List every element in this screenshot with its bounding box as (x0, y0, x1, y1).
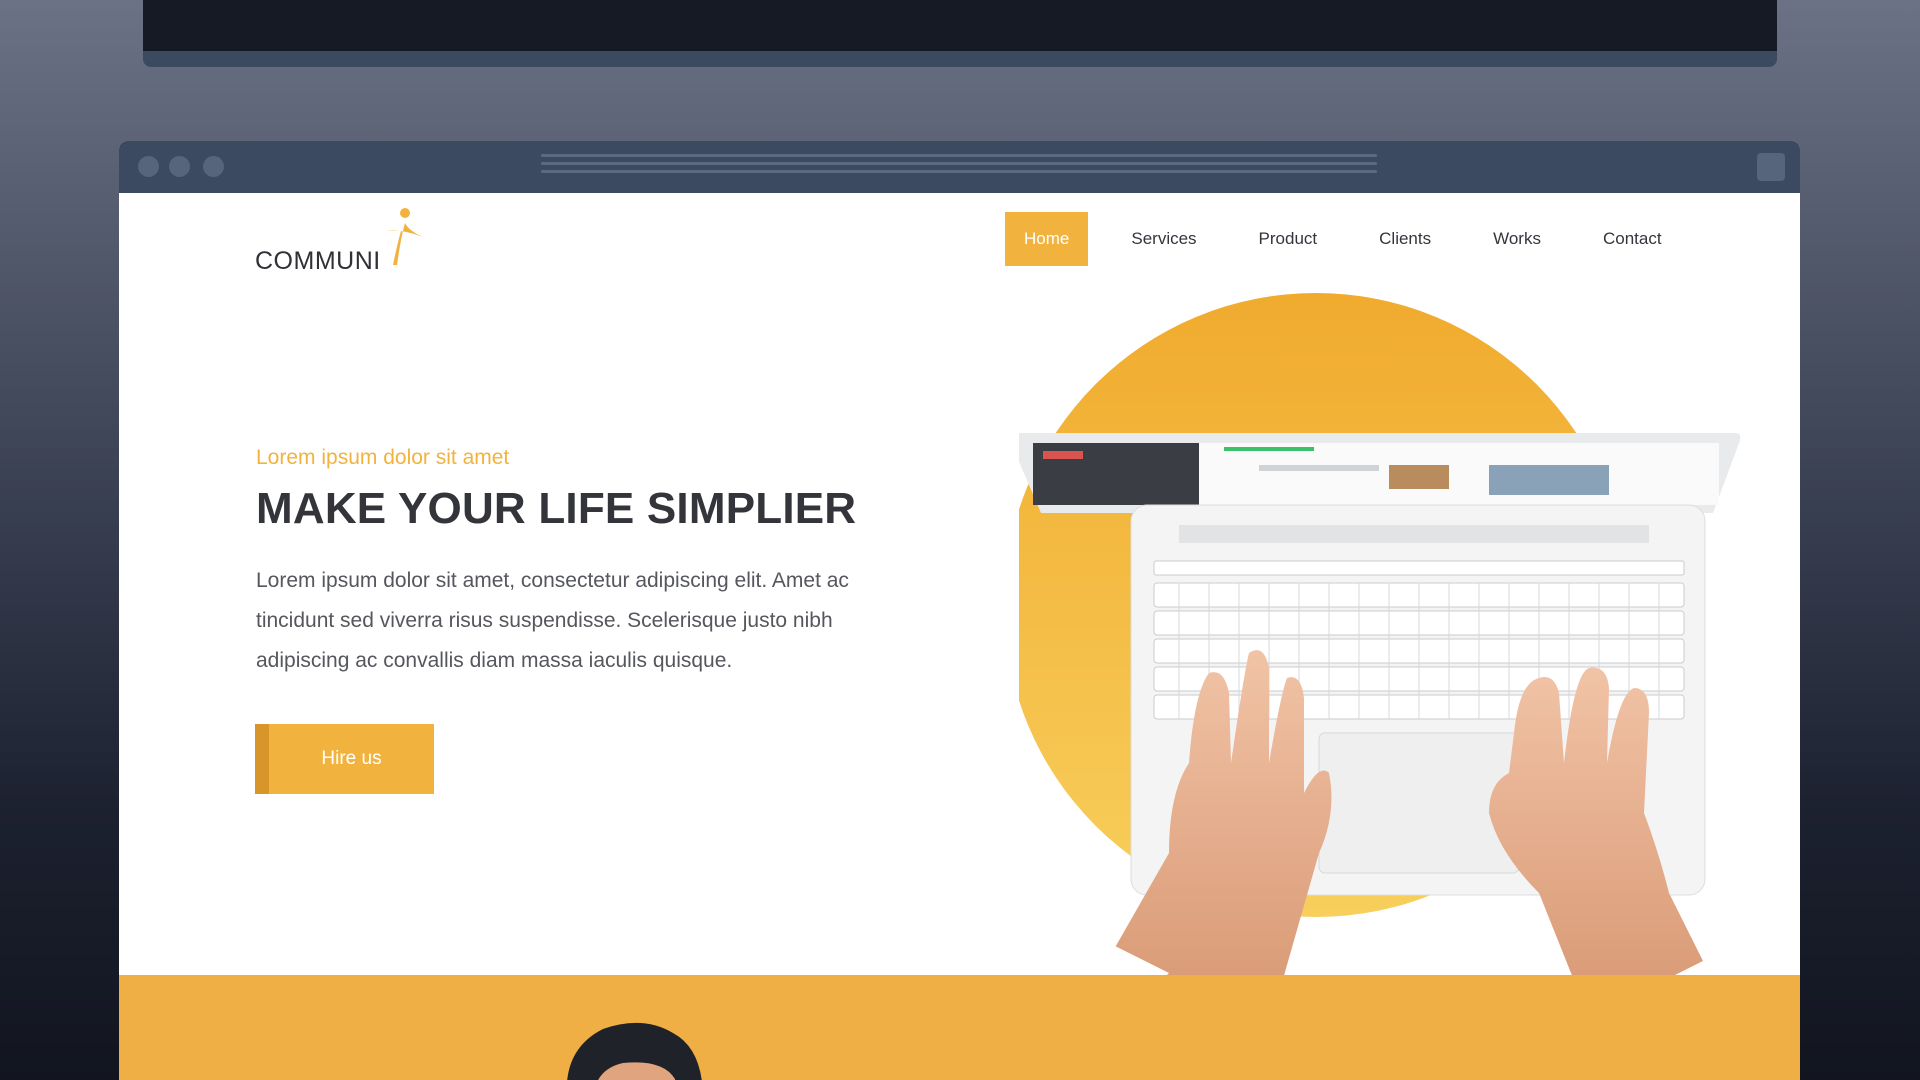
window-maximize-dot-icon[interactable] (203, 156, 224, 177)
logo-text: COMMUNI (255, 247, 381, 275)
person-figure-logo-icon (387, 208, 423, 265)
main-navigation: Home Services Product Clients Works Cont… (1005, 212, 1681, 266)
nav-item-home[interactable]: Home (1005, 212, 1089, 266)
browser-window: COMMUNI Home Services Product Clients Wo… (119, 141, 1800, 1080)
hero-description-line: adipiscing ac convallis diam massa iacul… (256, 649, 733, 672)
hero-title: MAKE YOUR LIFE SIMPLIER (256, 484, 857, 533)
window-close-dot-icon[interactable] (138, 156, 159, 177)
browser-titlebar (119, 141, 1800, 193)
highlight-band (119, 975, 1800, 1080)
previous-browser-frame (143, 0, 1777, 67)
hero-kicker: Lorem ipsum dolor sit amet (256, 446, 510, 469)
browser-menu-button[interactable] (1757, 153, 1785, 181)
hire-us-button[interactable]: Hire us (255, 724, 434, 794)
window-minimize-dot-icon[interactable] (169, 156, 190, 177)
landing-page: COMMUNI Home Services Product Clients Wo… (119, 193, 1800, 1080)
hero-description-line: tincidunt sed viverra risus suspendisse.… (256, 609, 833, 632)
nav-item-clients[interactable]: Clients (1360, 212, 1450, 266)
laptop-typing-hands-image (1019, 293, 1774, 983)
nav-item-services[interactable]: Services (1112, 212, 1215, 266)
person-portrait-image (567, 1022, 702, 1080)
hero-description: Lorem ipsum dolor sit amet, consectetur … (256, 561, 906, 681)
hero-description-line: Lorem ipsum dolor sit amet, consectetur … (256, 569, 849, 592)
nav-item-contact[interactable]: Contact (1584, 212, 1681, 266)
nav-item-works[interactable]: Works (1474, 212, 1560, 266)
address-bar[interactable] (541, 154, 1377, 180)
brand-logo[interactable]: COMMUNI (255, 207, 425, 277)
nav-item-product[interactable]: Product (1240, 212, 1337, 266)
